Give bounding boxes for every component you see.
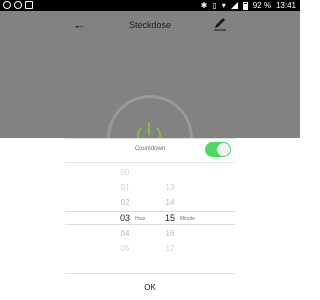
minute-unit-label: Minute	[180, 216, 196, 222]
hour-option[interactable]: 04	[115, 229, 135, 238]
minute-option[interactable]: 17	[160, 244, 180, 253]
battery-percent: 92 %	[252, 1, 271, 10]
bluetooth-icon: ✱	[200, 1, 208, 10]
vibrate-icon: ▯	[212, 1, 217, 10]
clock: 13:41	[275, 1, 296, 10]
minute-option[interactable]: 13	[160, 183, 180, 192]
selection-line-bottom	[65, 224, 235, 225]
selection-line-top	[65, 211, 235, 212]
notification-icons	[3, 1, 33, 9]
circle-notification-icon	[3, 1, 11, 9]
system-status: ✱ ▯ ▾ 92 % 13:41	[201, 1, 296, 10]
hour-selected[interactable]: 03	[115, 213, 135, 223]
divider	[65, 273, 235, 274]
minute-selected[interactable]: 15	[160, 213, 180, 223]
minute-option[interactable]: 14	[160, 198, 180, 207]
hour-option[interactable]: 00	[115, 168, 135, 177]
square-notification-icon	[25, 1, 33, 9]
hour-unit-label: Hour	[135, 216, 146, 222]
signal-icon	[230, 2, 238, 9]
toggle-knob	[217, 143, 230, 156]
minute-wheel[interactable]: 13 14 15 16 17	[160, 168, 180, 263]
circle-notification-icon	[14, 1, 22, 9]
sheet-top-divider	[65, 138, 235, 139]
ok-button[interactable]: OK	[65, 280, 235, 296]
hour-option[interactable]: 02	[115, 198, 135, 207]
countdown-toggle[interactable]	[205, 142, 231, 157]
page-title: Steckdose	[128, 20, 172, 30]
countdown-label: Countdown	[134, 146, 166, 152]
battery-icon	[242, 1, 248, 10]
hour-option[interactable]: 05	[115, 244, 135, 253]
hour-option[interactable]: 01	[115, 183, 135, 192]
divider	[65, 162, 235, 163]
wifi-icon: ▾	[221, 1, 226, 10]
edit-pencil-icon[interactable]	[213, 17, 227, 31]
minute-option[interactable]: 16	[160, 229, 180, 238]
status-bar: ✱ ▯ ▾ 92 % 13:41	[0, 0, 300, 11]
time-picker: 00 01 02 03 04 05 Hour 13 14 15 16 17 Mi…	[100, 168, 210, 263]
hour-wheel[interactable]: 00 01 02 03 04 05	[115, 168, 135, 263]
countdown-sheet: Countdown 00 01 02 03 04 05 Hour 13 14 1…	[0, 138, 300, 300]
